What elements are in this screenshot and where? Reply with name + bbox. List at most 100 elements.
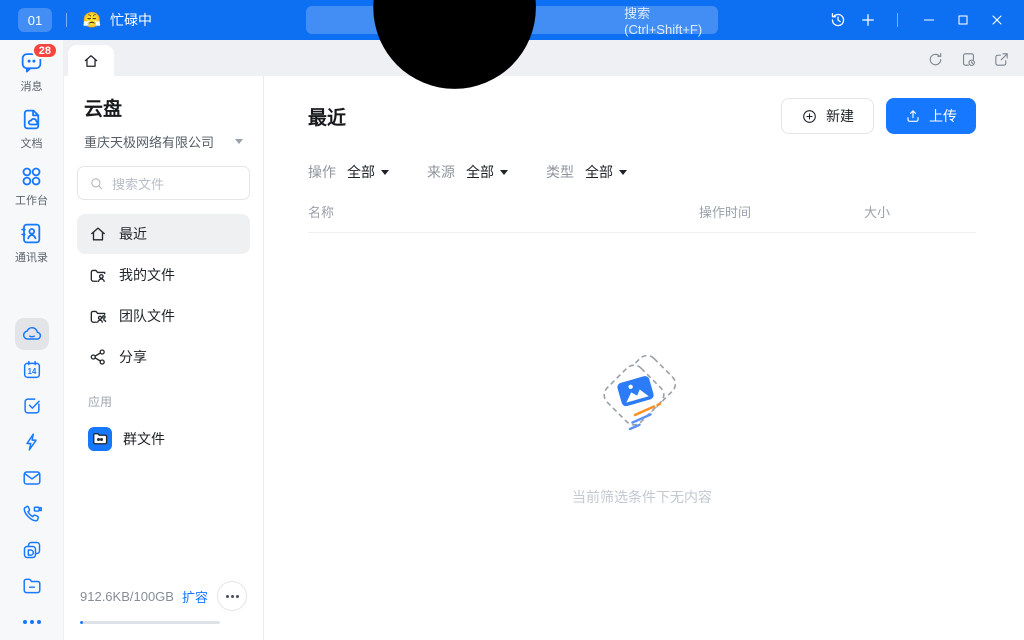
refresh-icon (927, 51, 944, 68)
close-icon (989, 12, 1005, 28)
mail-icon (21, 467, 43, 489)
tasks-icon (21, 395, 43, 417)
upload-button-label: 上传 (929, 106, 957, 126)
rail-label: 工作台 (15, 192, 48, 208)
rail-item-video-call[interactable] (15, 498, 49, 530)
sidebar-item-label: 分享 (119, 347, 147, 367)
sidebar-item-group-files[interactable]: 群文件 (77, 419, 250, 459)
plus-circle-icon (801, 108, 818, 125)
minimize-icon (921, 12, 937, 28)
drive-sidebar: 云盘 重庆天极网络有限公司 搜索文件 最近 (64, 76, 264, 640)
chevron-down-icon (500, 170, 508, 175)
rail-item-messages[interactable]: 28 消息 (19, 50, 44, 94)
global-search-input[interactable]: 搜索 (Ctrl+Shift+F) (306, 6, 718, 34)
app-rail: 28 消息 文档 工作台 (0, 40, 64, 640)
flash-icon (21, 431, 43, 453)
titlebar: 01 😤 忙碌中 搜索 (Ctrl+Shift+F) (0, 0, 1024, 40)
sidebar-item-label: 最近 (119, 224, 147, 244)
sidebar-item-label: 群文件 (123, 429, 165, 449)
open-external-icon (993, 51, 1010, 68)
sidebar-item-recent[interactable]: 最近 (77, 214, 250, 254)
new-button-label: 新建 (826, 106, 854, 126)
sidebar-item-label: 我的文件 (119, 265, 175, 285)
video-call-icon (21, 503, 43, 525)
user-status-text[interactable]: 忙碌中 (110, 10, 152, 30)
workspace-badge[interactable]: 01 (18, 8, 52, 32)
storage-usage: 912.6KB/100GB (80, 589, 182, 604)
docs-icon (19, 107, 44, 132)
rail-item-workbench[interactable]: 工作台 (15, 164, 48, 208)
unread-badge: 28 (32, 42, 58, 59)
refresh-button[interactable] (927, 51, 944, 68)
history-icon (829, 11, 847, 29)
history-button[interactable] (823, 5, 853, 35)
expand-storage-link[interactable]: 扩容 (182, 587, 208, 606)
sidebar-item-my-files[interactable]: 我的文件 (77, 255, 250, 295)
rail-item-docs[interactable]: 文档 (19, 107, 44, 151)
column-header-time[interactable]: 操作时间 (699, 202, 864, 221)
chevron-down-icon (619, 170, 627, 175)
chevron-down-icon (381, 170, 389, 175)
org-selector[interactable]: 重庆天极网络有限公司 (84, 132, 243, 151)
more-dots-icon (226, 595, 229, 598)
sidebar-more-button[interactable] (217, 581, 247, 611)
tab-home[interactable] (68, 45, 114, 76)
rail-item-tasks[interactable] (15, 390, 49, 422)
rail-item-calendar[interactable]: 14 (15, 354, 49, 386)
column-header-size[interactable]: 大小 (864, 202, 976, 221)
rail-item-cloud-drive[interactable] (15, 318, 49, 350)
rail-item-copy-docs[interactable] (15, 534, 49, 566)
open-external-button[interactable] (993, 51, 1010, 68)
upload-button[interactable]: 上传 (886, 98, 976, 134)
sidebar-item-share[interactable]: 分享 (77, 337, 250, 377)
chevron-down-icon (235, 139, 243, 144)
my-files-icon (88, 265, 108, 285)
sidebar-title: 云盘 (84, 94, 250, 121)
workbench-icon (19, 164, 44, 189)
home-icon (82, 52, 100, 70)
rail-label: 文档 (21, 135, 43, 151)
maximize-button[interactable] (946, 5, 980, 35)
org-name: 重庆天极网络有限公司 (84, 132, 214, 151)
calendar-icon: 14 (21, 359, 43, 381)
upload-icon (905, 108, 921, 124)
search-icon (89, 176, 104, 191)
global-search-placeholder: 搜索 (Ctrl+Shift+F) (624, 3, 707, 37)
more-dots-icon (23, 620, 27, 624)
recent-files-button[interactable] (960, 51, 977, 68)
empty-state-text: 当前筛选条件下无内容 (572, 487, 712, 507)
titlebar-divider (897, 13, 898, 27)
sidebar-item-team-files[interactable]: 团队文件 (77, 296, 250, 336)
new-button[interactable]: 新建 (781, 98, 874, 134)
home-icon (88, 224, 108, 244)
new-window-button[interactable] (853, 5, 883, 35)
svg-text:14: 14 (27, 367, 36, 376)
file-search-placeholder: 搜索文件 (112, 174, 164, 193)
share-icon (88, 347, 108, 367)
rail-label: 通讯录 (15, 249, 48, 265)
file-search-input[interactable]: 搜索文件 (77, 166, 250, 200)
minimize-button[interactable] (912, 5, 946, 35)
column-header-name[interactable]: 名称 (308, 202, 699, 221)
team-files-icon (88, 306, 108, 326)
rail-item-contacts[interactable]: 通讯录 (15, 221, 48, 265)
copy-docs-icon (21, 539, 43, 561)
close-button[interactable] (980, 5, 1014, 35)
rail-more-button[interactable] (23, 620, 41, 630)
rail-item-mail[interactable] (15, 462, 49, 494)
table-header-row: 名称 操作时间 大小 (308, 202, 976, 233)
sidebar-item-label: 团队文件 (119, 306, 175, 326)
rail-item-flash[interactable] (15, 426, 49, 458)
group-files-icon (88, 427, 112, 451)
rail-label: 消息 (21, 78, 43, 94)
folder-icon (21, 575, 43, 597)
rail-item-folder[interactable] (15, 570, 49, 602)
search-icon (317, 0, 617, 170)
titlebar-divider (66, 13, 67, 27)
sidebar-section-label: 应用 (88, 393, 250, 410)
empty-state: 当前筛选条件下无内容 (308, 355, 976, 507)
empty-files-illustration (592, 355, 692, 447)
file-history-icon (960, 51, 977, 68)
plus-icon (859, 11, 877, 29)
avatar[interactable]: 😤 (81, 9, 103, 31)
